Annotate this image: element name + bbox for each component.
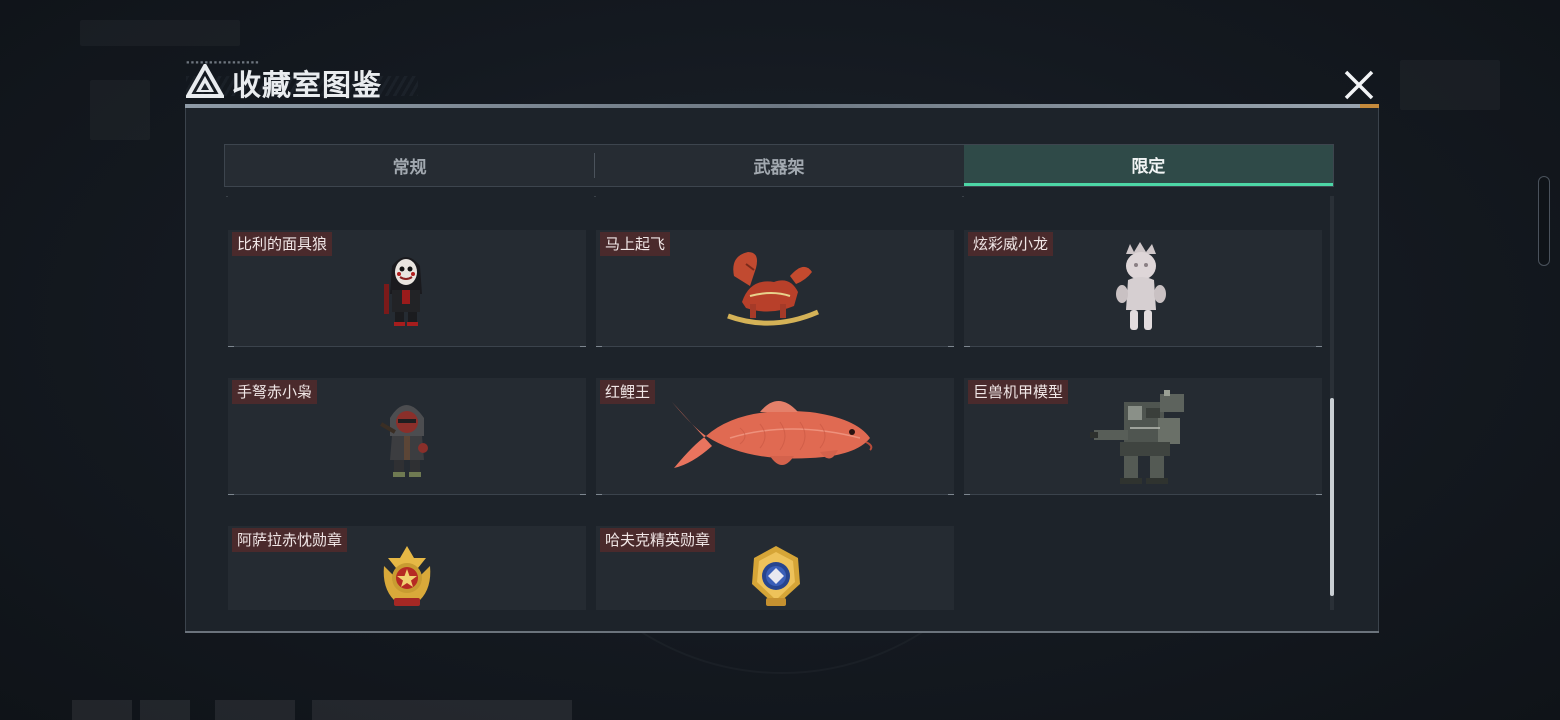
collection-item-card[interactable]: 红鲤王 — [596, 378, 954, 495]
close-button[interactable] — [1340, 66, 1378, 104]
collection-item-card[interactable]: 手弩赤小枭 — [228, 378, 586, 495]
item-name: 阿萨拉赤忱勋章 — [232, 528, 348, 552]
blurred-footer-text — [72, 700, 132, 720]
collection-item-card[interactable]: 哈夫克精英勋章 — [596, 526, 954, 610]
collection-item-card[interactable]: 巨兽机甲模型 — [964, 378, 1322, 495]
collection-item-card[interactable]: 阿萨拉赤忱勋章 — [228, 526, 586, 610]
side-scroll-handle[interactable] — [1538, 176, 1550, 266]
background-ui-block — [80, 20, 240, 46]
gold-medal-blue-icon — [752, 546, 800, 606]
collection-grid: 比利的面具狼 马上起飞 炫彩威小龙 手弩赤小枭 红鲤王 巨兽机甲模型 阿萨拉赤忱… — [226, 196, 1326, 610]
dialog-title: 收藏室图鉴 — [232, 68, 383, 102]
item-name: 比利的面具狼 — [232, 232, 333, 256]
blurred-footer-text — [215, 700, 295, 720]
masked-wolf-figure-icon — [384, 257, 422, 326]
dialog-bottom-border — [185, 631, 1379, 633]
collection-item-card[interactable]: 马上起飞 — [596, 230, 954, 347]
mech-model-icon — [1090, 390, 1184, 484]
item-name: 红鲤王 — [600, 380, 656, 404]
collection-item-card[interactable]: 比利的面具狼 — [228, 230, 586, 347]
blurred-footer-text — [312, 700, 572, 720]
hooded-figure-icon — [380, 405, 428, 477]
item-name: 哈夫克精英勋章 — [600, 528, 716, 552]
item-name: 巨兽机甲模型 — [968, 380, 1069, 404]
triangle-logo-icon — [186, 64, 224, 98]
blurred-footer-text — [140, 700, 190, 720]
close-icon — [1344, 70, 1374, 100]
tab-regular[interactable]: 常规 — [225, 145, 594, 186]
grid-scrollbar-thumb[interactable] — [1330, 398, 1334, 596]
background-ui-block — [90, 80, 150, 140]
background-ui-block — [1400, 60, 1500, 110]
gold-medal-red-icon — [383, 546, 431, 606]
item-name: 炫彩威小龙 — [968, 232, 1054, 256]
collection-item-card[interactable]: 炫彩威小龙 — [964, 230, 1322, 347]
tab-limited[interactable]: 限定 — [963, 145, 1333, 186]
category-tabs: 常规 武器架 限定 — [224, 144, 1334, 187]
tab-weapon-rack[interactable]: 武器架 — [594, 145, 963, 186]
item-name: 马上起飞 — [600, 232, 671, 256]
dragon-figure-icon — [1116, 242, 1166, 330]
item-name: 手弩赤小枭 — [232, 380, 318, 404]
rocking-horse-icon — [727, 252, 819, 326]
dialog-top-border — [185, 104, 1379, 108]
dialog-top-accent — [1360, 104, 1379, 108]
red-carp-icon — [672, 401, 873, 468]
